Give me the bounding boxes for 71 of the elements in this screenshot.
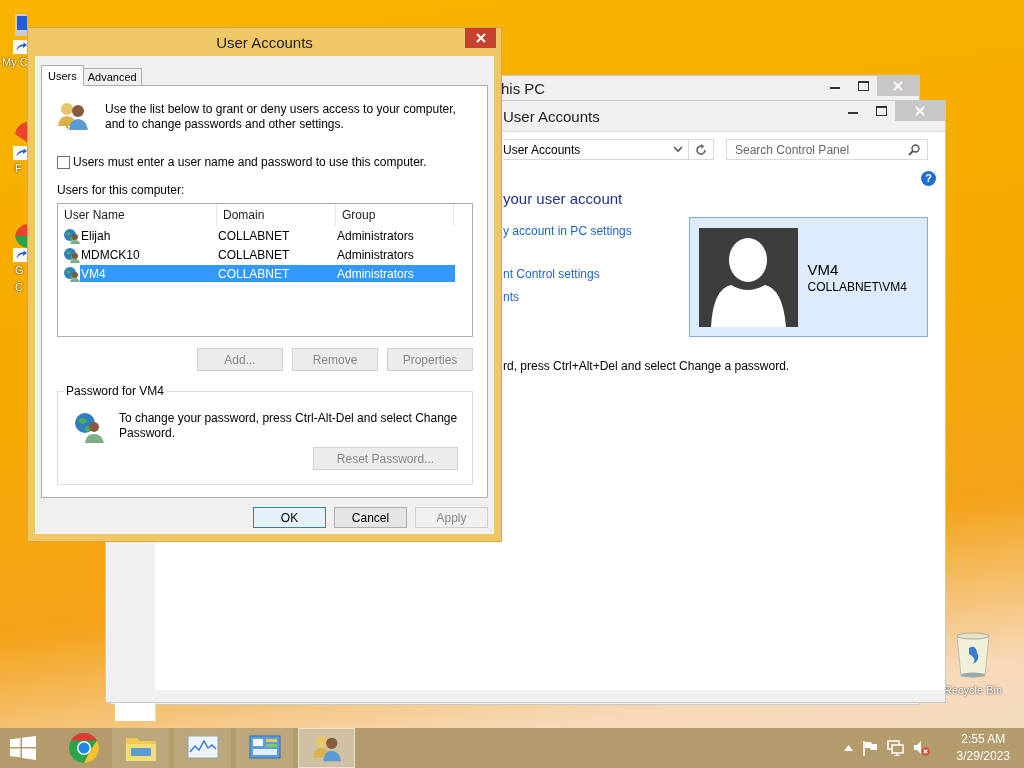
window-title: his PC	[501, 80, 546, 97]
close-icon	[893, 81, 903, 91]
performance-chart-icon	[186, 734, 219, 762]
taskbar-button[interactable]	[298, 728, 355, 768]
help-button[interactable]: ?	[921, 171, 936, 186]
maximize-icon	[857, 81, 869, 91]
window-title: User Accounts	[216, 33, 313, 51]
close-icon	[475, 33, 486, 43]
domain-cell-text: COLLABNET	[218, 246, 291, 263]
maximize-icon	[875, 106, 887, 116]
column-header[interactable]: Group	[336, 204, 454, 226]
window-title: User Accounts	[503, 107, 600, 125]
group-cell: Administrators	[337, 265, 455, 282]
tab[interactable]: Users	[41, 65, 84, 86]
dialog-button[interactable]: OK	[253, 507, 326, 528]
flag-icon[interactable]	[861, 740, 878, 756]
account-domain: COLLABNET\VM4	[807, 279, 907, 294]
desktop-icon-label: G C	[15, 263, 25, 295]
clock-date: 3/29/2023	[956, 748, 1010, 765]
user-name-cell[interactable]: MDMCK10	[80, 246, 218, 263]
recycle-bin-icon[interactable]	[955, 632, 992, 678]
recycle-bin-label: Recycle Bin	[944, 684, 1003, 696]
settings-link[interactable]: nt Control settings	[503, 266, 689, 282]
close-icon	[915, 106, 925, 116]
taskbar-button[interactable]	[236, 728, 293, 768]
column-header[interactable]: Domain	[217, 204, 336, 226]
search-icon	[908, 144, 920, 156]
desktop-icon-label: My C	[2, 55, 27, 70]
column-header[interactable]: User Name	[58, 204, 217, 226]
user-icon	[73, 411, 105, 443]
user-icon	[63, 246, 80, 263]
tab[interactable]: Advanced	[82, 68, 142, 85]
close-button[interactable]	[465, 28, 496, 48]
page-heading: your user account	[503, 190, 624, 207]
domain-cell: COLLABNET	[218, 265, 337, 282]
dialog-button[interactable]: Cancel	[334, 507, 407, 528]
password-note: rd, press Ctrl+Alt+Del and select Change a password.	[503, 359, 791, 373]
address-bar[interactable]: User Accounts	[503, 139, 689, 160]
computer-icon[interactable]	[13, 14, 27, 54]
group-cell-text: Administrators	[337, 246, 415, 263]
account-name: VM4	[807, 260, 840, 278]
network-icon[interactable]	[886, 740, 904, 756]
password-instructions: To change your password, press Ctrl-Alt-Del and select Change Password.	[119, 411, 458, 441]
taskbar-button[interactable]	[174, 728, 231, 768]
control-panel-icon	[248, 734, 281, 762]
checkbox[interactable]	[57, 155, 70, 169]
group-title: Password for VM4	[64, 384, 167, 398]
breadcrumb[interactable]: User Accounts	[503, 142, 581, 157]
users-icon	[57, 100, 89, 132]
refresh-icon	[695, 143, 707, 156]
domain-cell-text: COLLABNET	[218, 227, 291, 244]
show-hidden-icons-icon[interactable]	[843, 745, 853, 751]
user-icon	[63, 265, 80, 282]
refresh-button[interactable]	[689, 139, 714, 160]
user-name-cell[interactable]: Elijah	[80, 227, 218, 244]
shortcut-icon[interactable]	[13, 222, 27, 262]
search-field[interactable]: Search Control Panel	[726, 139, 928, 160]
intro-text: Use the list below to grant or deny users access to your computer, and to change passwords and other settings.	[105, 102, 457, 132]
windows-logo-icon	[10, 736, 36, 760]
shortcut-icon[interactable]	[13, 120, 27, 160]
settings-link[interactable]: nts	[503, 289, 689, 305]
clock-time: 2:55 AM	[961, 731, 1006, 748]
group-cell-text: Administrators	[337, 227, 415, 244]
chevron-down-icon[interactable]	[673, 146, 683, 153]
users-icon	[310, 733, 343, 763]
browser-icon	[68, 732, 100, 764]
desktop-icon-label: F	[15, 161, 23, 176]
user-icon	[63, 227, 80, 244]
settings-link[interactable]: y account in PC settings	[503, 223, 689, 239]
speaker-muted-icon[interactable]	[912, 740, 930, 756]
list-label: Users for this computer:	[57, 183, 186, 197]
